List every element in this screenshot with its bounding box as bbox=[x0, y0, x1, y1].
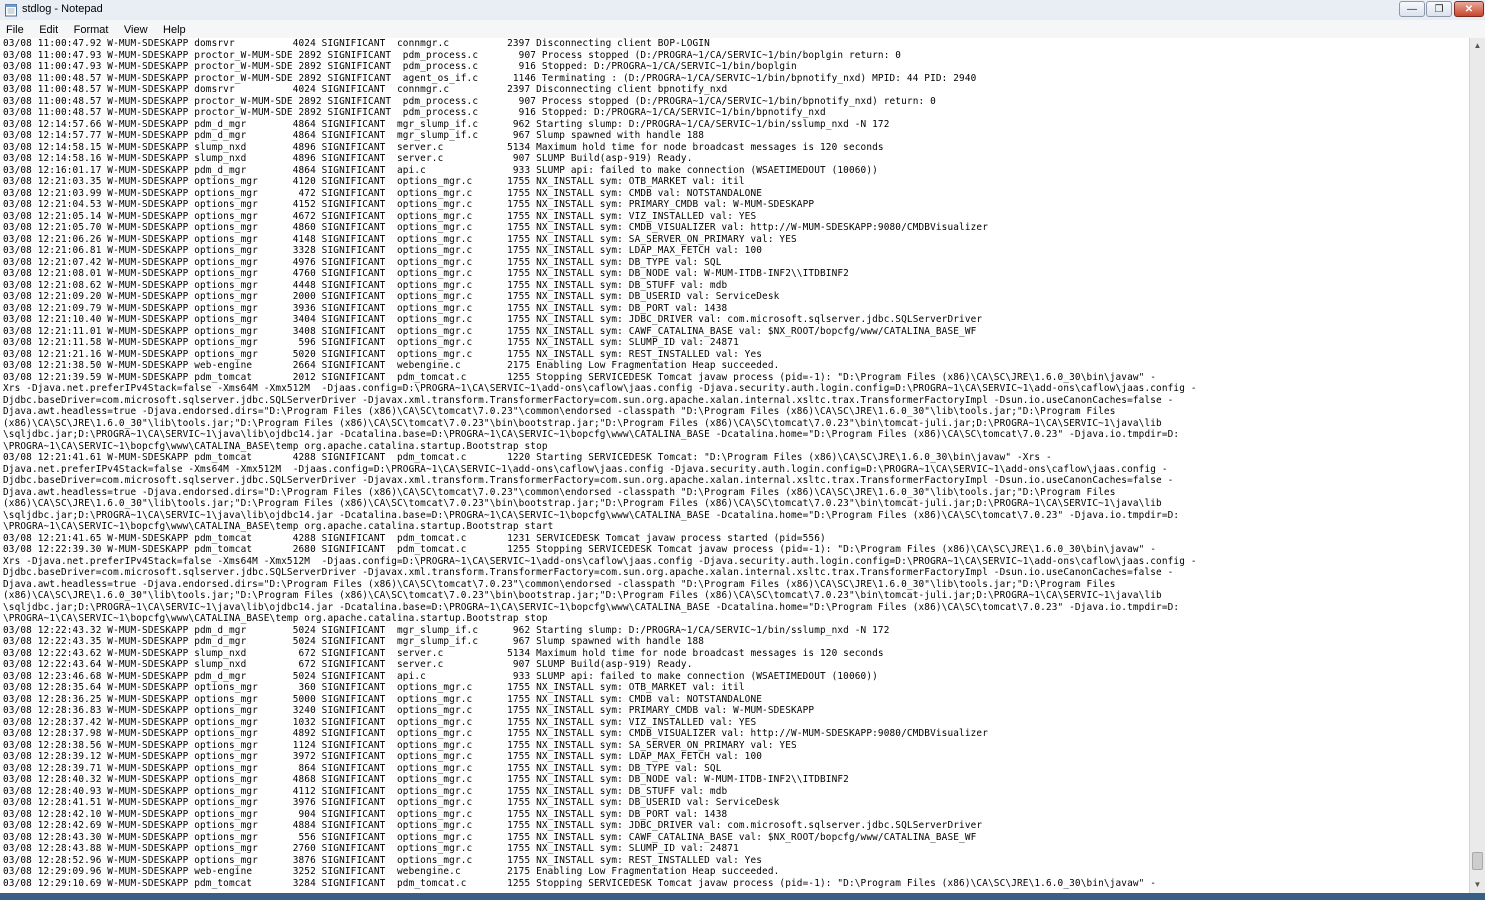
log-line: 03/08 12:14:57.77 W-MUM-SDESKAPP pdm_d_m… bbox=[3, 130, 705, 141]
log-line: 03/08 12:14:58.16 W-MUM-SDESKAPP slump_n… bbox=[3, 153, 693, 164]
log-line: 03/08 12:21:39.59 W-MUM-SDESKAPP pdm_tom… bbox=[3, 371, 1157, 383]
log-line: 03/08 12:21:10.40 W-MUM-SDESKAPP options… bbox=[3, 314, 983, 325]
log-line: 03/08 12:28:37.42 W-MUM-SDESKAPP options… bbox=[3, 716, 757, 728]
log-line: 03/08 12:21:08.01 W-MUM-SDESKAPP options… bbox=[3, 268, 849, 279]
log-line: \PROGRA~1\CA\SERVIC~1\bopcfg\www\CATALIN… bbox=[3, 613, 548, 624]
log-line: 03/08 12:21:41.65 W-MUM-SDESKAPP pdm_tom… bbox=[3, 532, 826, 544]
log-line: 03/08 12:21:11.58 W-MUM-SDESKAPP options… bbox=[3, 337, 739, 348]
log-line: 03/08 12:28:36.25 W-MUM-SDESKAPP options… bbox=[3, 693, 763, 705]
log-line: 03/08 12:21:41.61 W-MUM-SDESKAPP pdm_tom… bbox=[3, 452, 1052, 463]
log-line: 03/08 12:28:36.83 W-MUM-SDESKAPP options… bbox=[3, 705, 815, 716]
log-line: 03/08 12:28:37.98 W-MUM-SDESKAPP options… bbox=[3, 728, 989, 739]
log-line: 03/08 12:28:42.69 W-MUM-SDESKAPP options… bbox=[3, 820, 983, 831]
log-line: 03/08 12:22:43.35 W-MUM-SDESKAPP pdm_d_m… bbox=[3, 636, 705, 647]
log-line: Xrs -Djava.net.preferIPv4Stack=false -Xm… bbox=[3, 383, 1197, 394]
log-line: 03/08 12:28:39.12 W-MUM-SDESKAPP options… bbox=[3, 751, 763, 762]
title-bar[interactable]: stdlog - Notepad — ❐ ✕ bbox=[0, 0, 1485, 21]
log-line: Djava.awt.headless=true -Djava.endorsed.… bbox=[3, 486, 1116, 498]
log-line: 03/08 11:00:47.93 W-MUM-SDESKAPP proctor… bbox=[3, 49, 902, 61]
log-line: 03/08 12:22:43.32 W-MUM-SDESKAPP pdm_d_m… bbox=[3, 624, 890, 636]
log-line: 03/08 12:14:57.66 W-MUM-SDESKAPP pdm_d_m… bbox=[3, 118, 890, 130]
log-line: 03/08 12:21:38.50 W-MUM-SDESKAPP web-eng… bbox=[3, 360, 780, 371]
log-line: 03/08 12:29:10.69 W-MUM-SDESKAPP pdm_tom… bbox=[3, 877, 1157, 889]
scroll-up-button[interactable]: ▲ bbox=[1470, 38, 1485, 54]
log-line: 03/08 11:00:47.92 W-MUM-SDESKAPP domsrvr… bbox=[3, 38, 710, 49]
scroll-thumb[interactable] bbox=[1472, 852, 1483, 870]
log-line: \sqljdbc.jar;D:\PROGRA~1\CA\SERVIC~1\jav… bbox=[3, 601, 1180, 613]
menu-edit[interactable]: Edit bbox=[33, 22, 63, 36]
log-line: 03/08 12:21:05.14 W-MUM-SDESKAPP options… bbox=[3, 210, 757, 222]
log-line: Xrs -Djava.net.preferIPv4Stack=false -Xm… bbox=[3, 555, 1197, 567]
log-line: 03/08 12:29:09.96 W-MUM-SDESKAPP web-eng… bbox=[3, 866, 780, 877]
log-line: 03/08 12:21:06.81 W-MUM-SDESKAPP options… bbox=[3, 245, 763, 256]
log-line: 03/08 12:21:05.70 W-MUM-SDESKAPP options… bbox=[3, 222, 989, 233]
log-line: 03/08 12:16:01.17 W-MUM-SDESKAPP pdm_d_m… bbox=[3, 164, 878, 176]
log-line: 03/08 12:28:41.51 W-MUM-SDESKAPP options… bbox=[3, 797, 780, 808]
log-line: \PROGRA~1\CA\SERVIC~1\bopcfg\www\CATALIN… bbox=[3, 521, 554, 532]
log-line: 03/08 12:21:08.62 W-MUM-SDESKAPP options… bbox=[3, 279, 728, 291]
log-line: 03/08 12:22:39.30 W-MUM-SDESKAPP pdm_tom… bbox=[3, 544, 1157, 555]
log-line: (x86)\CA\SC\JRE\1.6.0_30"\lib\tools.jar;… bbox=[3, 590, 1162, 601]
log-line: 03/08 12:28:40.32 W-MUM-SDESKAPP options… bbox=[3, 774, 849, 785]
scroll-down-button[interactable]: ▼ bbox=[1470, 877, 1485, 893]
log-line: 03/08 12:21:03.35 W-MUM-SDESKAPP options… bbox=[3, 176, 745, 187]
taskbar bbox=[0, 893, 1485, 900]
log-line: 03/08 12:21:09.79 W-MUM-SDESKAPP options… bbox=[3, 302, 728, 314]
menu-bar: File Edit Format View Help bbox=[0, 20, 1485, 39]
log-line: 03/08 12:28:39.71 W-MUM-SDESKAPP options… bbox=[3, 762, 722, 774]
text-editor[interactable]: 03/08 11:00:47.92 W-MUM-SDESKAPP domsrvr… bbox=[0, 38, 1469, 893]
log-line: 03/08 12:28:42.10 W-MUM-SDESKAPP options… bbox=[3, 808, 728, 820]
close-button[interactable]: ✕ bbox=[1454, 1, 1484, 17]
log-line: 03/08 12:22:43.62 W-MUM-SDESKAPP slump_n… bbox=[3, 647, 884, 659]
log-line: 03/08 12:28:35.64 W-MUM-SDESKAPP options… bbox=[3, 682, 745, 693]
log-line: \sqljdbc.jar;D:\PROGRA~1\CA\SERVIC~1\jav… bbox=[3, 429, 1180, 440]
maximize-button[interactable]: ❐ bbox=[1426, 1, 1452, 17]
menu-format[interactable]: Format bbox=[68, 22, 114, 36]
log-line: 03/08 12:21:09.20 W-MUM-SDESKAPP options… bbox=[3, 291, 780, 302]
log-line: 03/08 11:00:47.93 W-MUM-SDESKAPP proctor… bbox=[3, 61, 797, 72]
log-line: 03/08 12:21:03.99 W-MUM-SDESKAPP options… bbox=[3, 187, 763, 199]
log-line: 03/08 12:28:43.88 W-MUM-SDESKAPP options… bbox=[3, 843, 739, 854]
log-line: Djdbc.baseDriver=com.microsoft.sqlserver… bbox=[3, 394, 1174, 406]
log-line: (x86)\CA\SC\JRE\1.6.0_30"\lib\tools.jar;… bbox=[3, 498, 1162, 509]
log-line: 03/08 12:21:06.26 W-MUM-SDESKAPP options… bbox=[3, 233, 797, 245]
log-line: \PROGRA~1\CA\SERVIC~1\bopcfg\www\CATALIN… bbox=[3, 440, 548, 452]
log-line: 03/08 12:28:40.93 W-MUM-SDESKAPP options… bbox=[3, 785, 728, 797]
log-line: 03/08 11:00:48.57 W-MUM-SDESKAPP proctor… bbox=[3, 95, 936, 107]
window-title: stdlog - Notepad bbox=[22, 3, 103, 15]
log-line: Djdbc.baseDriver=com.microsoft.sqlserver… bbox=[3, 475, 1174, 486]
log-line: (x86)\CA\SC\JRE\1.6.0_30"\lib\tools.jar;… bbox=[3, 417, 1162, 429]
log-line: 03/08 12:21:21.16 W-MUM-SDESKAPP options… bbox=[3, 348, 763, 360]
log-line: 03/08 11:00:48.57 W-MUM-SDESKAPP proctor… bbox=[3, 72, 977, 84]
log-line: Djava.awt.headless=true -Djava.endorsed.… bbox=[3, 406, 1116, 417]
log-line: 03/08 11:00:48.57 W-MUM-SDESKAPP proctor… bbox=[3, 107, 826, 118]
log-line: 03/08 12:14:58.15 W-MUM-SDESKAPP slump_n… bbox=[3, 141, 884, 153]
log-line: 03/08 12:21:11.01 W-MUM-SDESKAPP options… bbox=[3, 325, 977, 337]
log-line: Djdbc.baseDriver=com.microsoft.sqlserver… bbox=[3, 567, 1174, 578]
log-line: 03/08 11:00:48.57 W-MUM-SDESKAPP domsrvr… bbox=[3, 84, 728, 95]
log-line: 03/08 12:28:43.30 W-MUM-SDESKAPP options… bbox=[3, 831, 977, 843]
log-line: \sqljdbc.jar;D:\PROGRA~1\CA\SERVIC~1\jav… bbox=[3, 509, 1180, 521]
log-line: 03/08 12:22:43.64 W-MUM-SDESKAPP slump_n… bbox=[3, 659, 693, 670]
log-line: 03/08 12:23:46.68 W-MUM-SDESKAPP pdm_d_m… bbox=[3, 670, 878, 682]
menu-file[interactable]: File bbox=[0, 22, 29, 36]
menu-view[interactable]: View bbox=[118, 22, 153, 36]
vertical-scrollbar[interactable]: ▲ ▼ bbox=[1469, 38, 1485, 893]
minimize-button[interactable]: — bbox=[1399, 1, 1425, 17]
log-line: 03/08 12:21:04.53 W-MUM-SDESKAPP options… bbox=[3, 199, 815, 210]
log-line: 03/08 12:28:38.56 W-MUM-SDESKAPP options… bbox=[3, 739, 797, 751]
log-line: Djava.net.preferIPv4Stack=false -Xms64M … bbox=[3, 463, 1168, 475]
log-line: 03/08 12:21:07.42 W-MUM-SDESKAPP options… bbox=[3, 256, 722, 268]
log-line: 03/08 12:28:52.96 W-MUM-SDESKAPP options… bbox=[3, 854, 763, 866]
log-line: Djava.awt.headless=true -Djava.endorsed.… bbox=[3, 578, 1116, 590]
menu-help[interactable]: Help bbox=[157, 22, 191, 36]
notepad-icon bbox=[5, 4, 17, 17]
